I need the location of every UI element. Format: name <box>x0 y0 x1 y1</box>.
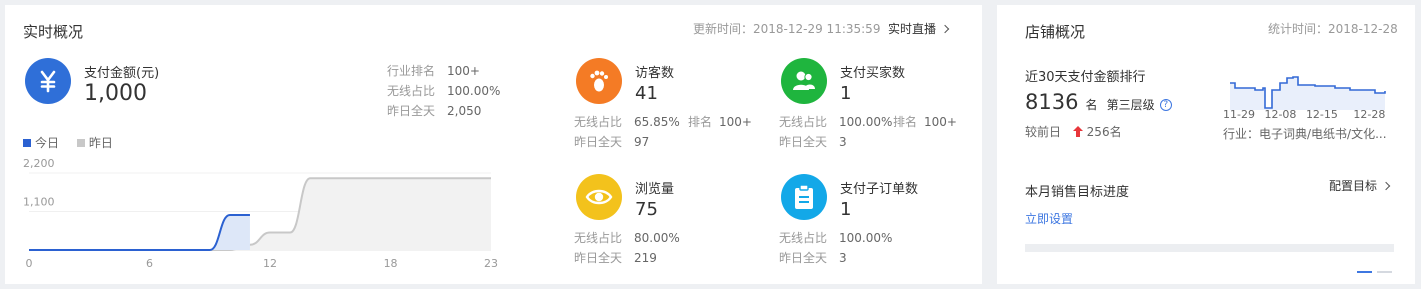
setup-now-link[interactable]: 立即设置 <box>1025 210 1073 227</box>
chart-xtick-label: 6 <box>146 257 153 270</box>
visitors-wireless-value: 65.85% <box>634 115 680 129</box>
rank-unit: 名 <box>1085 98 1098 112</box>
pageviews-wireless-value: 80.00% <box>634 231 680 245</box>
suborders-row2: 昨日全天 3 <box>779 249 847 266</box>
rank-title: 近30天支付金额排行 <box>1025 70 1146 85</box>
compare-line: 较前日 256名 <box>1025 123 1122 140</box>
buyers-yesterday-value: 3 <box>839 135 847 149</box>
realtime-overview-card: 实时概况 更新时间：2018-12-29 11:35:59 实时直播 支付金额(… <box>5 5 982 284</box>
store-title: 店铺概况 <box>1025 23 1086 41</box>
visitors-rank-value: 100+ <box>719 115 752 129</box>
update-time: 更新时间：2018-12-29 11:35:59 <box>693 22 881 36</box>
suborders-row1: 无线占比 100.00% <box>779 229 892 246</box>
pageviews-row1: 无线占比 80.00% <box>574 229 680 246</box>
visitors-row1: 无线占比 65.85% 排名 100+ <box>574 113 752 130</box>
suborders-yesterday-value: 3 <box>839 251 847 265</box>
legend-yesterday[interactable]: 昨日 <box>89 136 113 150</box>
footprint-icon <box>576 58 622 104</box>
users-icon <box>781 58 827 104</box>
clipboard-icon <box>781 174 827 220</box>
realtime-line-chart: 2,200 1,100 0 6 12 18 23 <box>23 157 498 270</box>
pageviews-row2: 昨日全天 219 <box>574 249 657 266</box>
visitors-rank-label: 排名 <box>688 115 713 129</box>
buyers-rank-label: 排名 <box>893 115 918 129</box>
goal-progress-bar <box>1025 244 1394 252</box>
rank-sparkline <box>1230 76 1386 110</box>
chart-ytick-label: 1,100 <box>23 196 55 209</box>
chevron-right-icon <box>940 24 950 34</box>
live-broadcast-link[interactable]: 实时直播 <box>888 20 950 37</box>
chart-xtick-label: 0 <box>26 257 33 270</box>
suborders-value: 1 <box>840 199 852 220</box>
visitors-label: 访客数 <box>635 66 675 81</box>
chart-legend: 今日 昨日 <box>23 134 113 151</box>
pager-dot-active[interactable] <box>1357 271 1372 273</box>
spark-xtick: 12-28 <box>1353 108 1386 121</box>
payment-label: 支付金额(元) <box>84 66 160 81</box>
yesterday-total-value: 2,050 <box>447 104 482 118</box>
visitors-yesterday-value: 97 <box>634 135 650 149</box>
buyers-row1: 无线占比 100.00%排名 100+ <box>779 113 957 130</box>
tier-label: 第三层级 <box>1106 98 1155 112</box>
question-icon[interactable]: ? <box>1159 98 1172 111</box>
pageviews-value: 75 <box>635 199 658 220</box>
arrow-up-icon <box>1072 126 1083 137</box>
visitors-wireless-label: 无线占比 <box>574 115 623 129</box>
payment-value: 1,000 <box>84 81 147 106</box>
yesterday-total-label: 昨日全天 <box>387 104 436 118</box>
payment-stats: 行业排名 100+ 无线占比 100.00% 昨日全天 2,050 <box>387 61 500 121</box>
rank-line: 8136 名 第三层级 ? <box>1025 90 1172 114</box>
live-broadcast-label: 实时直播 <box>888 22 937 36</box>
industry-rank-label: 行业排名 <box>387 64 436 78</box>
stat-time: 统计时间：2018-12-28 <box>1268 22 1398 36</box>
chart-xtick-label: 12 <box>263 257 277 270</box>
visitors-row2: 昨日全天 97 <box>574 133 649 150</box>
wireless-ratio-label: 无线占比 <box>387 84 436 98</box>
goal-title: 本月销售目标进度 <box>1025 185 1130 200</box>
legend-today-swatch <box>23 138 31 147</box>
buyers-label: 支付买家数 <box>840 66 906 81</box>
series-today-area <box>29 215 250 250</box>
visitors-value: 41 <box>635 83 658 104</box>
spark-xtick: 11-29 <box>1223 108 1255 121</box>
chart-xtick-label: 23 <box>484 257 498 270</box>
pageviews-yesterday-label: 昨日全天 <box>574 251 623 265</box>
industry-rank-value: 100+ <box>447 64 480 78</box>
buyers-wireless-label: 无线占比 <box>779 115 828 129</box>
buyers-value: 1 <box>840 83 852 104</box>
wireless-ratio-value: 100.00% <box>447 84 501 98</box>
pageviews-yesterday-value: 219 <box>634 251 657 265</box>
buyers-rank-value: 100+ <box>924 115 957 129</box>
pager-dot[interactable] <box>1377 271 1392 273</box>
legend-today[interactable]: 今日 <box>35 136 59 150</box>
realtime-title: 实时概况 <box>23 23 84 41</box>
store-overview-card: 店铺概况 统计时间：2018-12-28 近30天支付金额排行 8136 名 第… <box>997 5 1415 284</box>
compare-value: 256名 <box>1086 125 1122 139</box>
chevron-right-icon <box>1381 181 1391 191</box>
suborders-yesterday-label: 昨日全天 <box>779 251 828 265</box>
configure-goal-label: 配置目标 <box>1329 179 1378 193</box>
pageviews-wireless-label: 无线占比 <box>574 231 623 245</box>
spark-xtick: 12-15 <box>1305 108 1338 121</box>
buyers-wireless-value: 100.00% <box>839 115 893 129</box>
chart-ytick-label: 2,200 <box>23 157 55 170</box>
spark-xtick: 12-08 <box>1264 108 1297 121</box>
configure-goal-link[interactable]: 配置目标 <box>1329 177 1391 194</box>
legend-yesterday-swatch <box>76 138 85 147</box>
suborders-label: 支付子订单数 <box>840 182 919 197</box>
compare-label: 较前日 <box>1025 125 1062 139</box>
suborders-wireless-value: 100.00% <box>839 231 893 245</box>
visitors-yesterday-label: 昨日全天 <box>574 135 623 149</box>
spark-x-axis: 11-29 12-08 12-15 12-28 <box>1223 108 1385 121</box>
buyers-yesterday-label: 昨日全天 <box>779 135 828 149</box>
eye-icon <box>576 174 622 220</box>
rank-value: 8136 <box>1025 90 1079 114</box>
suborders-wireless-label: 无线占比 <box>779 231 828 245</box>
chart-xtick-label: 18 <box>384 257 398 270</box>
buyers-row2: 昨日全天 3 <box>779 133 847 150</box>
yuan-icon <box>25 58 71 104</box>
pageviews-label: 浏览量 <box>635 182 675 197</box>
industry-label: 行业：电子词典/电纸书/文化... <box>1223 127 1387 141</box>
